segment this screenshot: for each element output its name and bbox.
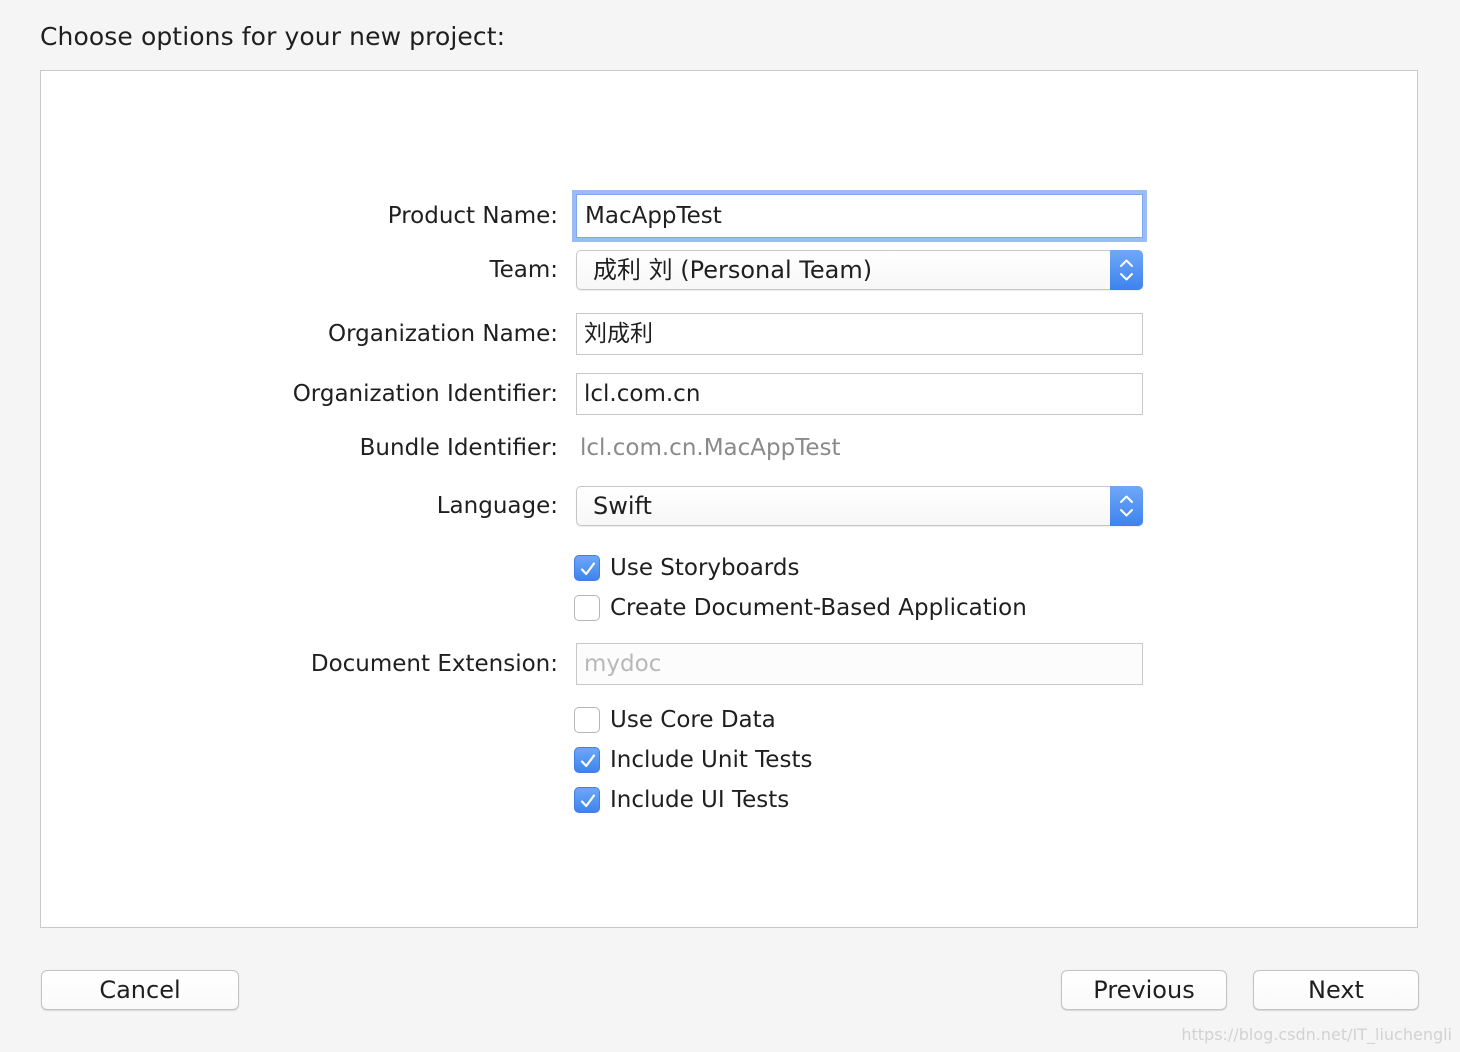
- use-core-data-label: Use Core Data: [610, 707, 776, 733]
- document-extension-field[interactable]: mydoc: [576, 643, 1143, 685]
- team-popup-stepper[interactable]: [1110, 250, 1143, 290]
- up-down-chevron-icon: [1120, 495, 1133, 517]
- include-unit-tests-checkbox[interactable]: [574, 747, 600, 773]
- previous-button[interactable]: Previous: [1061, 970, 1227, 1010]
- organization-name-field[interactable]: 刘成利: [576, 313, 1143, 355]
- bundle-identifier-value: lcl.com.cn.MacAppTest: [580, 435, 841, 461]
- organization-name-label: Organization Name:: [328, 321, 558, 347]
- checkmark-icon: [580, 794, 596, 808]
- language-popup-stepper[interactable]: [1110, 486, 1143, 526]
- bundle-identifier-label: Bundle Identifier:: [359, 435, 558, 461]
- checkmark-icon: [580, 562, 596, 576]
- up-down-chevron-icon: [1120, 259, 1133, 281]
- product-name-label: Product Name:: [387, 203, 558, 229]
- create-document-based-checkbox[interactable]: [574, 595, 600, 621]
- watermark: https://blog.csdn.net/IT_liuchengli: [1181, 1025, 1452, 1044]
- team-label: Team:: [489, 257, 558, 283]
- use-core-data-checkbox[interactable]: [574, 707, 600, 733]
- create-document-based-row[interactable]: Create Document-Based Application: [574, 593, 1027, 623]
- language-label: Language:: [436, 493, 558, 519]
- create-document-based-label: Create Document-Based Application: [610, 595, 1027, 621]
- cancel-button[interactable]: Cancel: [41, 970, 239, 1010]
- use-storyboards-row[interactable]: Use Storyboards: [574, 553, 799, 583]
- next-button[interactable]: Next: [1253, 970, 1419, 1010]
- include-ui-tests-row[interactable]: Include UI Tests: [574, 785, 789, 815]
- product-name-field[interactable]: MacAppTest: [572, 190, 1147, 242]
- team-popup-value: 成利 刘 (Personal Team): [593, 256, 873, 284]
- include-unit-tests-label: Include Unit Tests: [610, 747, 813, 773]
- use-storyboards-label: Use Storyboards: [610, 555, 800, 581]
- include-unit-tests-row[interactable]: Include Unit Tests: [574, 745, 812, 775]
- include-ui-tests-label: Include UI Tests: [610, 787, 790, 813]
- use-core-data-row[interactable]: Use Core Data: [574, 705, 776, 735]
- organization-identifier-field[interactable]: lcl.com.cn: [576, 373, 1143, 415]
- checkmark-icon: [580, 754, 596, 768]
- use-storyboards-checkbox[interactable]: [574, 555, 600, 581]
- team-popup[interactable]: 成利 刘 (Personal Team): [576, 250, 1143, 290]
- language-popup[interactable]: Swift: [576, 486, 1143, 526]
- include-ui-tests-checkbox[interactable]: [574, 787, 600, 813]
- document-extension-label: Document Extension:: [310, 651, 558, 677]
- page-title: Choose options for your new project:: [40, 22, 506, 51]
- language-popup-value: Swift: [593, 492, 652, 520]
- organization-identifier-label: Organization Identifier:: [292, 381, 558, 407]
